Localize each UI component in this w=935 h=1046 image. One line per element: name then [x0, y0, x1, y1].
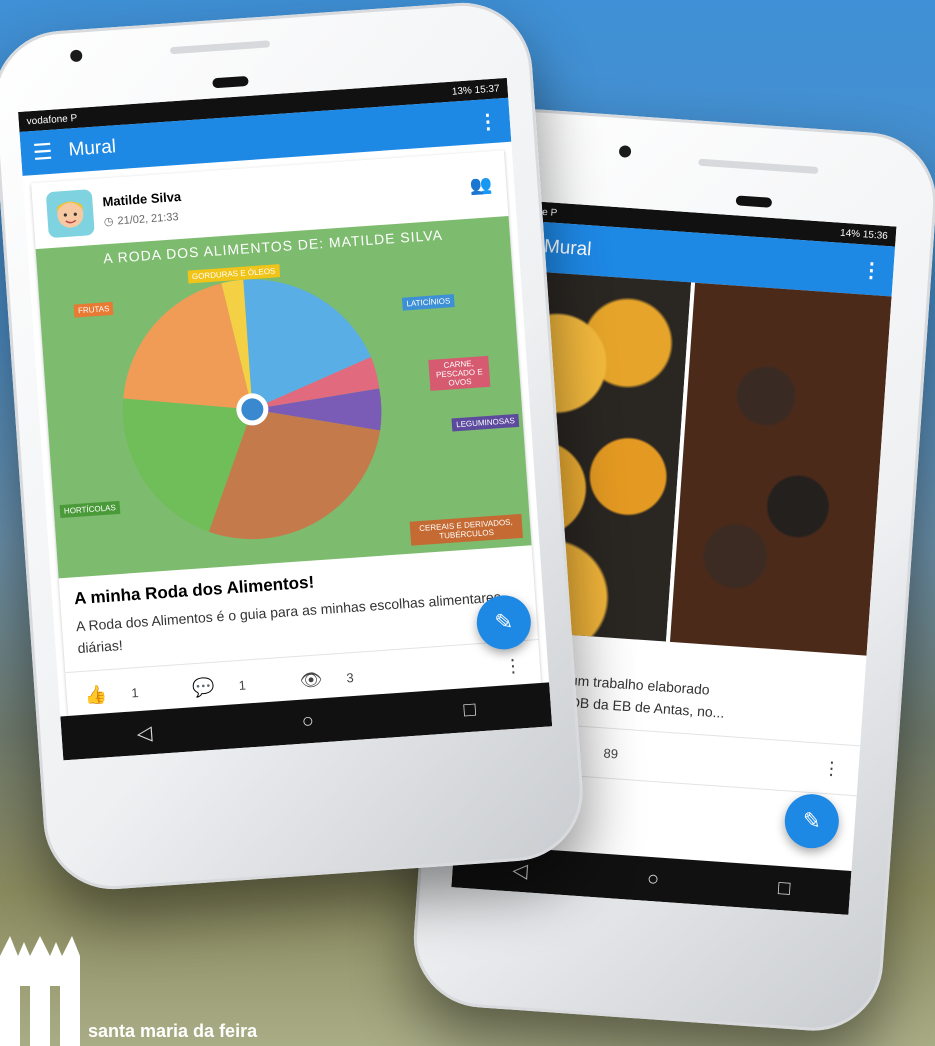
- food-wheel: [122, 279, 382, 540]
- post-image[interactable]: A RODA DOS ALIMENTOS DE: MATILDE SILVA C…: [35, 216, 532, 579]
- home-icon[interactable]: ○: [301, 709, 315, 733]
- front-camera: [69, 49, 83, 63]
- class-group-icon: 👥: [469, 173, 493, 196]
- wheel-label-fruits: FRUTAS: [73, 301, 114, 318]
- menu-icon[interactable]: ☰: [32, 139, 53, 166]
- front-camera: [618, 145, 632, 158]
- dessert-photo: [669, 282, 892, 656]
- home-icon[interactable]: ○: [646, 867, 660, 891]
- wheel-label-meat: CARNE, PESCADO E OVOS: [428, 355, 491, 391]
- clock-icon: ◷: [103, 215, 114, 229]
- speaker-grille: [698, 158, 819, 175]
- earpiece: [735, 195, 773, 208]
- post-card[interactable]: Matilde Silva ◷ 21/02, 21:33 👥 A RODA DO…: [31, 150, 542, 722]
- left-phone: vodafone P 13% 15:37 ☰ Mural ⋮ Matilde S…: [0, 0, 588, 894]
- pencil-icon: ✎: [493, 608, 514, 635]
- post-more-icon[interactable]: ⋮: [822, 758, 841, 780]
- status-right: 13% 15:37: [451, 82, 500, 98]
- left-screen: vodafone P 13% 15:37 ☰ Mural ⋮ Matilde S…: [18, 77, 553, 761]
- back-icon[interactable]: ◁: [136, 720, 153, 746]
- post-more-icon[interactable]: ⋮: [503, 655, 522, 677]
- views-count: 3: [345, 669, 355, 686]
- wheel-label-dairy: LATICÍNIOS: [402, 294, 455, 311]
- views-count: 89: [603, 745, 619, 762]
- like-icon[interactable]: 👍: [84, 684, 108, 707]
- carrier-label: vodafone P: [26, 112, 78, 127]
- recents-icon[interactable]: □: [777, 877, 791, 901]
- earpiece: [212, 75, 249, 89]
- speaker-grille: [169, 40, 271, 55]
- castle-logo-icon: [0, 936, 80, 1046]
- status-right: 14% 15:36: [839, 227, 889, 242]
- recents-icon[interactable]: □: [463, 698, 477, 722]
- avatar[interactable]: [45, 189, 95, 239]
- like-count: 1: [130, 685, 140, 701]
- wheel-label-cereals: CEREAIS E DERIVADOS, TUBÉRCULOS: [409, 513, 523, 546]
- wheel-label-legumes: LEGUMINOSAS: [451, 413, 520, 432]
- brand-logo: santa maria da feira: [0, 936, 330, 1046]
- app-title: Mural: [543, 236, 593, 261]
- comment-count: 1: [238, 677, 247, 694]
- views-icon: 👁: [299, 669, 324, 691]
- pencil-icon: ✎: [801, 807, 822, 834]
- child-avatar-icon: [56, 201, 85, 228]
- overflow-menu-icon[interactable]: ⋮: [477, 108, 499, 134]
- post-time: 21/02, 21:33: [117, 210, 179, 227]
- overflow-menu-icon[interactable]: ⋮: [861, 257, 883, 283]
- brand-name: santa maria da feira: [88, 1021, 258, 1041]
- comment-icon[interactable]: 💬: [192, 677, 216, 700]
